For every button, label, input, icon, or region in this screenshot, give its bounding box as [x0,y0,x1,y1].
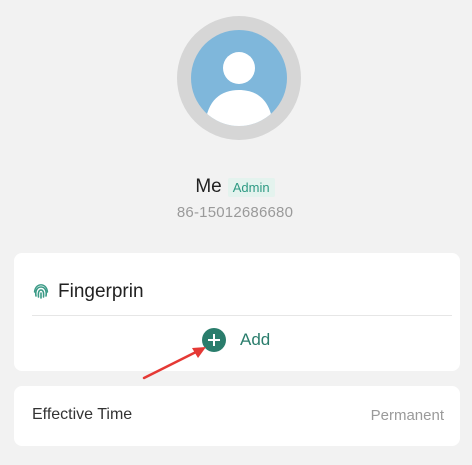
user-name: Me [195,176,222,197]
effective-time-label: Effective Time [32,406,133,423]
fingerprint-header: Fingerprin [32,281,144,303]
fingerprint-icon [32,283,50,301]
add-fingerprint-button[interactable]: Add [202,328,270,352]
effective-time-row[interactable]: Effective Time Permanent [14,386,460,446]
avatar-user-icon [191,30,287,126]
name-row: Me Admin [8,173,462,201]
effective-time-value: Permanent [370,407,444,424]
fingerprint-title: Fingerprin [58,281,144,302]
plus-circle-icon[interactable] [202,328,226,352]
fingerprint-card: Fingerprin Add [14,253,460,371]
add-label[interactable]: Add [240,330,270,350]
role-badge: Admin [227,177,275,197]
divider [32,315,452,316]
phone-number: 86-15012686680 [176,204,294,221]
avatar [177,16,301,140]
profile-screen: Me Admin 86-15012686680 Fingerprin Add E… [8,8,462,456]
